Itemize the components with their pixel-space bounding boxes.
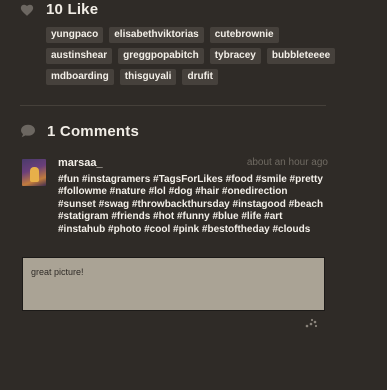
- heart-icon: [20, 4, 34, 16]
- section-divider: [20, 105, 326, 106]
- likes-count-heading: 10 Like: [46, 0, 99, 18]
- avatar[interactable]: [22, 159, 46, 186]
- like-user-tag[interactable]: bubbleteeee: [266, 48, 336, 64]
- avatar-figure: [30, 167, 39, 182]
- comment-timestamp: about an hour ago: [246, 157, 328, 168]
- like-user-tag[interactable]: cutebrownie: [209, 27, 279, 43]
- like-users-row: austinshear greggpopabitch tybracey bubb…: [46, 48, 346, 64]
- like-user-tag[interactable]: drufit: [182, 69, 219, 85]
- like-user-tag[interactable]: greggpopabitch: [118, 48, 204, 64]
- comment-input[interactable]: great picture!: [22, 257, 325, 311]
- like-user-tag[interactable]: tybracey: [209, 48, 261, 64]
- like-user-tag[interactable]: elisabethviktorias: [109, 27, 204, 43]
- comment-author[interactable]: marsaa_: [58, 157, 103, 169]
- like-user-tag[interactable]: austinshear: [46, 48, 113, 64]
- resize-handle-icon[interactable]: [304, 318, 318, 328]
- comments-count-heading: 1 Comments: [47, 122, 140, 140]
- like-user-tag[interactable]: yungpaco: [46, 27, 104, 43]
- like-users-row: mdboarding thisguyali drufit: [46, 69, 346, 85]
- like-users-row: yungpaco elisabethviktorias cutebrownie: [46, 27, 346, 43]
- like-user-tag[interactable]: mdboarding: [46, 69, 114, 85]
- comments-header: 1 Comments: [20, 121, 139, 141]
- likes-header: 10 Like: [20, 0, 98, 18]
- like-user-tag[interactable]: thisguyali: [119, 69, 177, 85]
- comment-text: #fun #instagramers #TagsForLikes #food #…: [58, 174, 324, 235]
- comment-bubble-icon: [21, 124, 35, 138]
- like-users-list: yungpaco elisabethviktorias cutebrownie …: [46, 27, 346, 90]
